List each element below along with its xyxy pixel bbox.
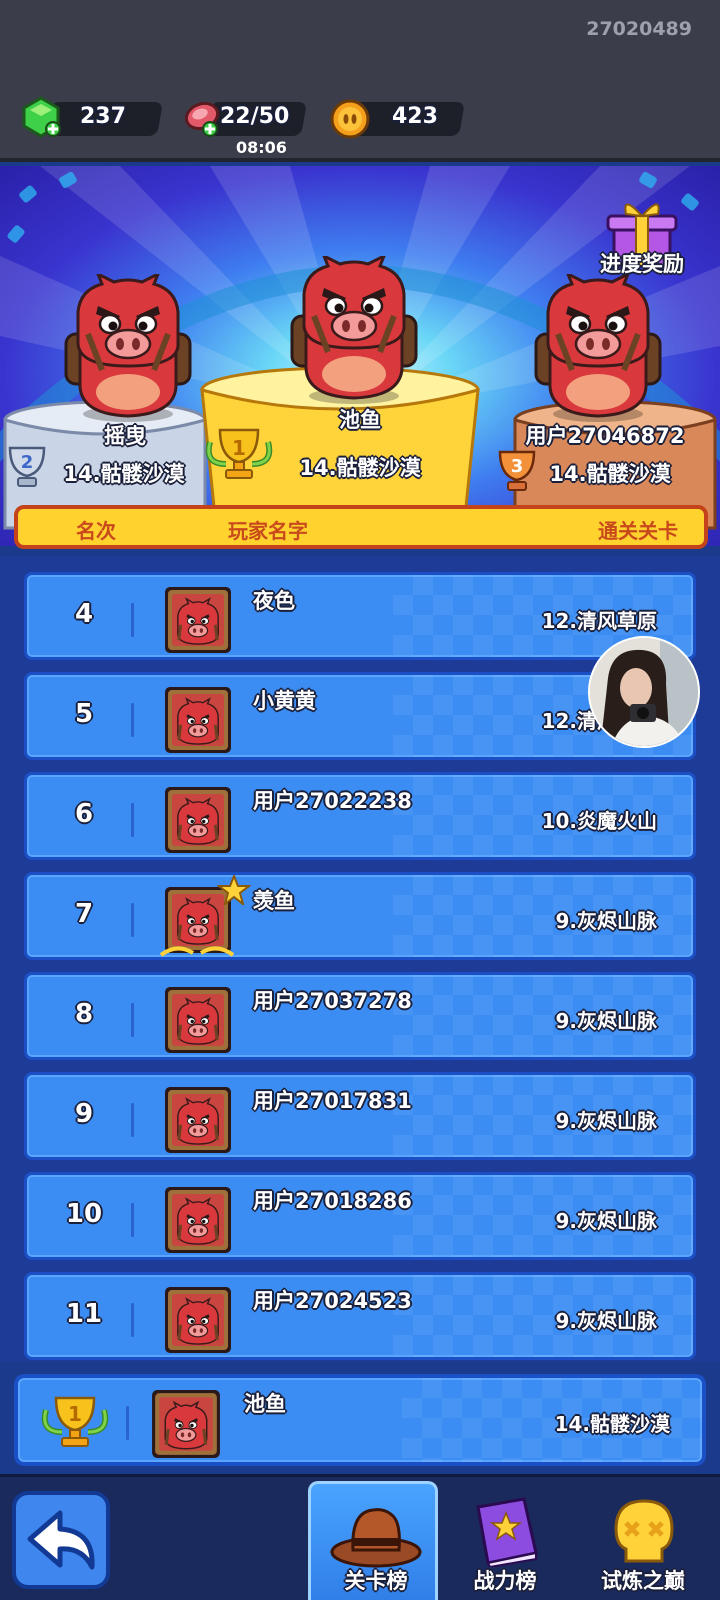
player-name: 用户27018286 bbox=[253, 1189, 412, 1213]
player-avatar[interactable] bbox=[163, 1085, 233, 1155]
table-row[interactable]: 4 夜色 12.清风草原 bbox=[24, 572, 696, 660]
second-rank-number: 2 bbox=[21, 452, 34, 473]
my-stage: 14.骷髅沙漠 bbox=[554, 1412, 670, 1436]
gems-value: 237 bbox=[80, 104, 126, 129]
user-id: 27020489 bbox=[586, 18, 692, 40]
third-place-stage: 14.骷髅沙漠 bbox=[549, 462, 671, 486]
rank-column-header: 名次 bbox=[76, 519, 116, 543]
star-crown-icon bbox=[217, 875, 251, 905]
energy-timer: 08:06 bbox=[236, 138, 287, 157]
tab-level-leaderboard[interactable]: 关卡榜 bbox=[308, 1481, 438, 1600]
tab-label: 关卡榜 bbox=[344, 1569, 408, 1593]
player-stage: 12.清风草原 bbox=[541, 609, 657, 633]
rank-number: 5 bbox=[74, 699, 94, 729]
table-row[interactable]: 11 用户27024523 9.灰烬山脉 bbox=[24, 1272, 696, 1360]
rank-number: 7 bbox=[74, 899, 94, 929]
player-stage: 9.灰烬山脉 bbox=[555, 909, 657, 933]
player-avatar[interactable] bbox=[163, 985, 233, 1055]
player-avatar[interactable] bbox=[163, 585, 233, 655]
third-place-name: 用户27046872 bbox=[525, 424, 685, 448]
back-arrow-icon bbox=[27, 1510, 95, 1570]
energy-value: 22/50 bbox=[220, 104, 290, 129]
player-avatar[interactable] bbox=[163, 1185, 233, 1255]
my-rank-number: 1 bbox=[68, 1402, 82, 1426]
player-avatar[interactable] bbox=[163, 1285, 233, 1355]
podium-area: 2 1 3 摇曳 14.骷髅沙漠 池鱼 14.骷髅沙漠 用户27046872 1… bbox=[0, 166, 720, 546]
player-name: 用户27022238 bbox=[253, 789, 412, 813]
tab-power-leaderboard[interactable]: 战力榜 bbox=[440, 1481, 570, 1600]
player-stage: 9.灰烬山脉 bbox=[555, 1309, 657, 1333]
player-stage: 9.灰烬山脉 bbox=[555, 1209, 657, 1233]
player-avatar[interactable] bbox=[163, 785, 233, 855]
rank-number: 11 bbox=[65, 1299, 103, 1329]
pig-coin-icon bbox=[330, 99, 370, 139]
first-place-name: 池鱼 bbox=[339, 408, 381, 432]
third-place-pig-character bbox=[528, 274, 668, 424]
player-stage: 9.灰烬山脉 bbox=[555, 1009, 657, 1033]
rank-number: 10 bbox=[65, 1199, 103, 1229]
my-rank-row[interactable]: 1 池鱼 14.骷髅沙漠 bbox=[14, 1374, 706, 1466]
second-place-pig-character bbox=[58, 274, 198, 424]
player-stage: 10.炎魔火山 bbox=[541, 809, 657, 833]
first-rank-number: 1 bbox=[232, 436, 246, 460]
floating-camera-bubble[interactable] bbox=[588, 636, 700, 748]
table-row[interactable]: 8 用户27037278 9.灰烬山脉 bbox=[24, 972, 696, 1060]
tab-label: 战力榜 bbox=[473, 1569, 537, 1593]
rank-number: 8 bbox=[74, 999, 94, 1029]
laurel-frame-icon bbox=[159, 946, 235, 957]
my-avatar[interactable] bbox=[150, 1388, 222, 1460]
stage-column-header: 通关关卡 bbox=[598, 519, 678, 543]
person-photo-icon bbox=[590, 638, 698, 746]
rank-number: 9 bbox=[74, 1099, 94, 1129]
rank-number: 6 bbox=[74, 799, 94, 829]
tab-label: 试炼之巅 bbox=[601, 1569, 685, 1593]
first-place-pig-character bbox=[284, 256, 424, 406]
player-name: 用户27037278 bbox=[253, 989, 412, 1013]
player-name-column-header: 玩家名字 bbox=[228, 519, 308, 543]
spellbook-icon bbox=[476, 1497, 538, 1567]
first-place-stage: 14.骷髅沙漠 bbox=[299, 456, 421, 480]
my-name: 池鱼 bbox=[244, 1392, 286, 1416]
progress-rewards-label[interactable]: 进度奖励 bbox=[600, 248, 684, 278]
player-name: 夜色 bbox=[253, 589, 295, 613]
player-name: 用户27017831 bbox=[253, 1089, 412, 1113]
golden-skull-icon bbox=[614, 1499, 674, 1563]
table-row[interactable]: 9 用户27017831 9.灰烬山脉 bbox=[24, 1072, 696, 1160]
tab-trial-summit[interactable]: 试炼之巅 bbox=[578, 1481, 708, 1600]
table-row[interactable]: 6 用户27022238 10.炎魔火山 bbox=[24, 772, 696, 860]
rank-number: 4 bbox=[74, 599, 94, 629]
cowboy-hat-icon bbox=[330, 1508, 422, 1568]
top-resource-bar: 27020489 237 22/50 08:06 423 bbox=[0, 0, 720, 162]
green-gem-icon bbox=[22, 96, 61, 138]
player-name: 羡鱼 bbox=[253, 889, 295, 913]
bottom-navigation: 关卡榜 战力榜 试炼之巅 bbox=[0, 1474, 720, 1600]
back-button[interactable] bbox=[12, 1491, 110, 1589]
second-place-name: 摇曳 bbox=[104, 424, 146, 448]
meat-energy-icon bbox=[184, 101, 220, 137]
coins-value: 423 bbox=[392, 104, 438, 129]
player-stage: 9.灰烬山脉 bbox=[555, 1109, 657, 1133]
player-avatar[interactable] bbox=[163, 685, 233, 755]
player-name: 小黄黄 bbox=[253, 689, 316, 713]
table-row[interactable]: 10 用户27018286 9.灰烬山脉 bbox=[24, 1172, 696, 1260]
leaderboard-column-header: 名次 玩家名字 通关关卡 bbox=[14, 505, 708, 549]
player-name: 用户27024523 bbox=[253, 1289, 412, 1313]
second-place-stage: 14.骷髅沙漠 bbox=[63, 462, 185, 486]
table-row[interactable]: 7 羡鱼 9.灰烬山脉 bbox=[24, 872, 696, 960]
